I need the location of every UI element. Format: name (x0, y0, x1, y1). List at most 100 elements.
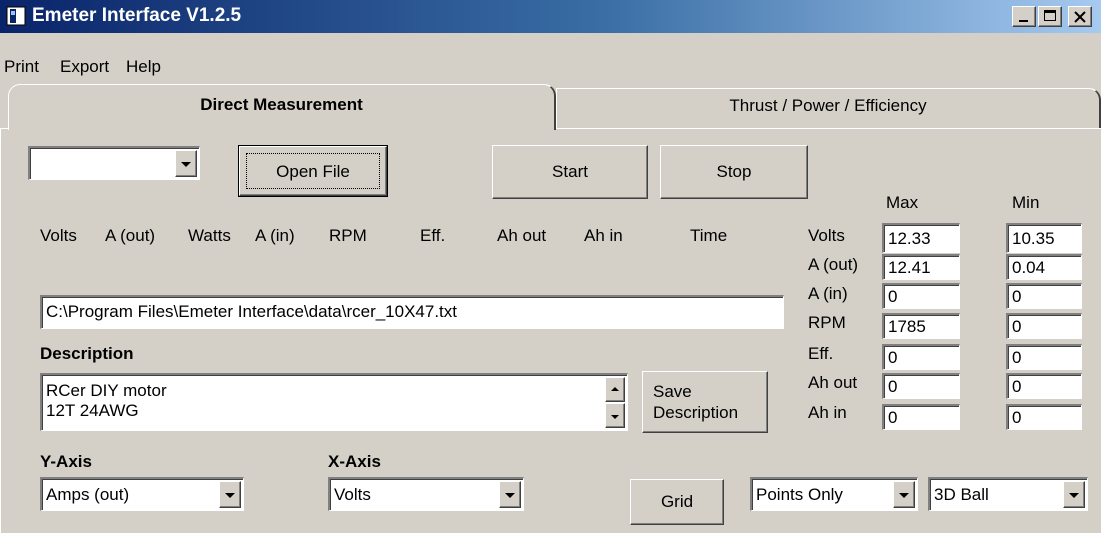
max-volts-field[interactable]: 12.33 (882, 223, 960, 253)
column-label-rpm: RPM (329, 226, 367, 245)
column-label-a-in: A (in) (255, 226, 295, 245)
stat-label-volts: Volts (808, 226, 845, 245)
dropdown-button[interactable] (175, 150, 197, 177)
file-path-value: C:\Program Files\Emeter Interface\data\r… (46, 302, 458, 321)
x-axis-heading: X-Axis (328, 452, 381, 471)
dropdown-button[interactable] (499, 481, 521, 508)
column-label-ah-out: Ah out (497, 226, 547, 245)
min-ah-out-field[interactable]: 0 (1006, 373, 1082, 399)
marker-style-value: 3D Ball (934, 485, 989, 504)
start-button[interactable]: Start (492, 145, 648, 199)
column-label-a-out: A (out) (105, 226, 156, 245)
max-a-in-field[interactable]: 0 (882, 283, 960, 309)
min-volts-value: 10.35 (1012, 229, 1055, 248)
min-a-out-field[interactable]: 0.04 (1006, 254, 1082, 280)
min-eff-field[interactable]: 0 (1006, 344, 1082, 370)
max-a-in-value: 0 (888, 287, 898, 306)
y-axis-value: Amps (out) (46, 485, 130, 504)
stat-label-ah-in: Ah in (808, 403, 847, 422)
tab-direct-measurement[interactable]: Direct Measurement (8, 84, 556, 130)
arrow-down-icon (611, 414, 619, 419)
max-header: Max (886, 193, 919, 212)
dropdown-button[interactable] (219, 481, 241, 508)
close-button[interactable] (1068, 6, 1092, 27)
maximize-button[interactable] (1038, 6, 1062, 27)
minimize-button[interactable] (1012, 6, 1036, 27)
maximize-icon (1044, 10, 1056, 21)
max-eff-value: 0 (888, 348, 898, 367)
chevron-down-icon (225, 492, 235, 498)
min-eff-value: 0 (1012, 348, 1022, 367)
column-label-time: Time (690, 226, 728, 245)
y-axis-heading: Y-Axis (40, 452, 92, 471)
max-rpm-value: 1785 (888, 317, 926, 336)
arrow-up-icon (611, 386, 619, 391)
dropdown-button[interactable] (1063, 481, 1085, 508)
description-line-1: RCer DIY motor (46, 381, 167, 400)
max-eff-field[interactable]: 0 (882, 344, 960, 370)
tab-label: Direct Measurement (200, 95, 363, 114)
window-title: Emeter Interface V1.2.5 (32, 5, 242, 26)
menu-export[interactable]: Export (60, 57, 109, 77)
open-file-button[interactable]: Open File (238, 145, 388, 197)
port-select[interactable] (28, 146, 200, 180)
x-axis-value: Volts (334, 485, 371, 504)
min-a-in-value: 0 (1012, 287, 1022, 306)
plot-style-value: Points Only (756, 485, 843, 504)
open-file-label: Open File (276, 162, 350, 181)
column-label-volts: Volts (40, 226, 77, 245)
save-description-label-2: Description (653, 403, 739, 422)
app-icon (6, 6, 26, 26)
chevron-down-icon (1069, 492, 1079, 498)
scroll-up-button[interactable] (605, 377, 625, 402)
stat-label-a-out: A (out) (808, 255, 859, 274)
min-ah-in-field[interactable]: 0 (1006, 404, 1082, 430)
tab-thrust-power-efficiency[interactable]: Thrust / Power / Efficiency (556, 88, 1101, 128)
max-ah-out-field[interactable]: 0 (882, 373, 960, 399)
grid-label: Grid (660, 492, 694, 511)
min-rpm-field[interactable]: 0 (1006, 313, 1082, 339)
max-a-out-field[interactable]: 12.41 (882, 254, 960, 280)
chevron-down-icon (181, 161, 191, 167)
max-ah-in-field[interactable]: 0 (882, 404, 960, 430)
min-a-in-field[interactable]: 0 (1006, 283, 1082, 309)
plot-style-select[interactable]: Points Only (750, 477, 918, 511)
min-ah-in-value: 0 (1012, 408, 1022, 427)
description-textarea[interactable]: RCer DIY motor 12T 24AWG (40, 373, 628, 431)
stat-label-rpm: RPM (808, 313, 846, 332)
max-a-out-value: 12.41 (888, 258, 931, 277)
stat-label-eff: Eff. (808, 344, 834, 363)
min-header: Min (1012, 193, 1040, 212)
tab-label: Thrust / Power / Efficiency (729, 96, 927, 115)
y-axis-select[interactable]: Amps (out) (40, 477, 244, 511)
stat-label-a-in: A (in) (808, 284, 848, 303)
column-label-ah-in: Ah in (584, 226, 623, 245)
stop-button[interactable]: Stop (660, 145, 808, 199)
x-axis-select[interactable]: Volts (328, 477, 524, 511)
file-path-field[interactable]: C:\Program Files\Emeter Interface\data\r… (40, 295, 784, 329)
scroll-down-button[interactable] (605, 403, 625, 428)
menu-help[interactable]: Help (126, 57, 161, 77)
dropdown-button[interactable] (893, 481, 915, 508)
max-ah-in-value: 0 (888, 408, 898, 427)
min-volts-field[interactable]: 10.35 (1006, 223, 1082, 253)
close-icon (1074, 11, 1086, 23)
description-line-2: 12T 24AWG (46, 401, 139, 420)
min-ah-out-value: 0 (1012, 377, 1022, 396)
minimize-icon (1019, 20, 1028, 22)
save-description-label-1: Save (653, 382, 692, 401)
menu-print[interactable]: Print (4, 57, 39, 77)
max-ah-out-value: 0 (888, 377, 898, 396)
stat-label-ah-out: Ah out (808, 373, 858, 392)
min-a-out-value: 0.04 (1012, 258, 1046, 277)
description-heading: Description (40, 344, 134, 363)
max-rpm-field[interactable]: 1785 (882, 313, 960, 339)
grid-button[interactable]: Grid (630, 479, 724, 525)
marker-style-select[interactable]: 3D Ball (928, 477, 1088, 511)
save-description-button[interactable]: Save Description (642, 371, 768, 433)
column-label-watts: Watts (188, 226, 231, 245)
column-label-eff: Eff. (420, 226, 446, 245)
title-bar[interactable]: Emeter Interface V1.2.5 (0, 0, 1101, 33)
start-label: Start (552, 162, 588, 181)
stop-label: Stop (716, 162, 752, 181)
